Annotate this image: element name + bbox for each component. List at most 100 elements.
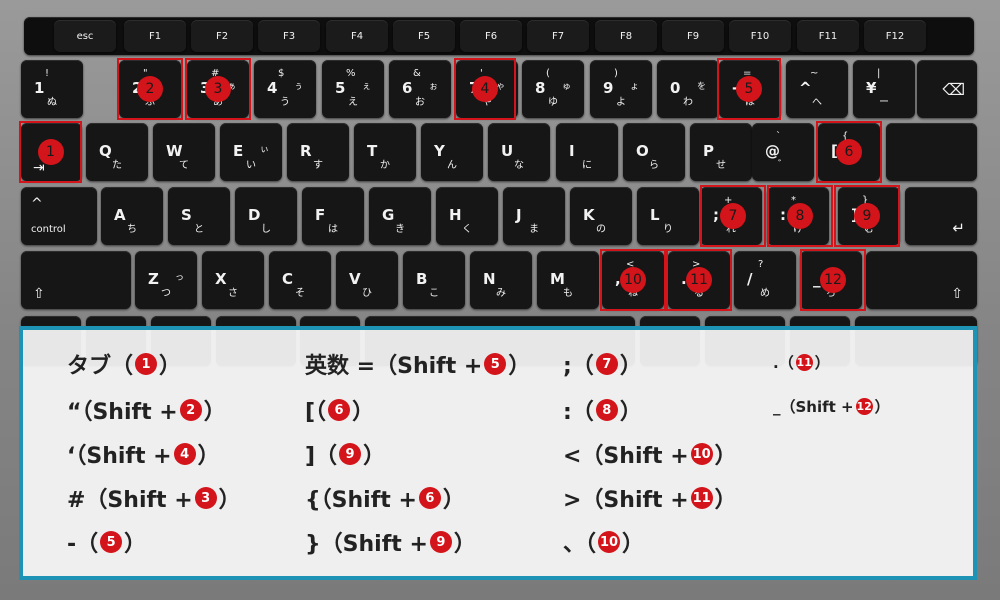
key-@[interactable]: ` @ ゛ <box>752 123 814 181</box>
return-key-label: ↵ <box>952 219 965 237</box>
function-key-f2[interactable]: F2 <box>191 20 253 52</box>
legend-marker: 11 <box>690 487 713 509</box>
key-bottom-1[interactable]: Zつっ <box>135 251 197 309</box>
marker-badge-12: 12 <box>820 267 846 293</box>
key-13[interactable]: | ¥ ー <box>853 60 915 118</box>
legend-marker: 10 <box>598 531 621 553</box>
key-main-char: L <box>650 206 660 224</box>
function-key-f6[interactable]: F6 <box>460 20 522 52</box>
key-f[interactable]: Fは <box>302 187 364 245</box>
key-h[interactable]: Hく <box>436 187 498 245</box>
key-y[interactable]: Yん <box>421 123 483 181</box>
key-i[interactable]: Iに <box>556 123 618 181</box>
key-main-char: Q <box>99 142 112 160</box>
function-key-f12[interactable]: F12 <box>864 20 926 52</box>
key-1[interactable]: ! 1 ぬ <box>21 60 83 118</box>
key-shift-char: | <box>877 68 881 79</box>
legend-text: ） <box>442 488 465 513</box>
legend-marker: 12 <box>855 398 873 415</box>
function-key-f3[interactable]: F3 <box>258 20 320 52</box>
legend-text: ） <box>197 444 220 469</box>
key-8[interactable]: (8 ゆゅ <box>522 60 584 118</box>
key-bottom-4[interactable]: Vひ <box>336 251 398 309</box>
function-key-f5[interactable]: F5 <box>393 20 455 52</box>
function-key-f9[interactable]: F9 <box>662 20 724 52</box>
key-bottom-3[interactable]: Cそ <box>269 251 331 309</box>
key-main-char: D <box>248 206 261 224</box>
key-j[interactable]: Jま <box>503 187 565 245</box>
key-main-char: T <box>367 142 378 160</box>
key-kana: み <box>496 288 506 299</box>
legend-text: .（ <box>773 354 794 372</box>
key-t[interactable]: Tか <box>354 123 416 181</box>
function-key-f10[interactable]: F10 <box>729 20 791 52</box>
key-u[interactable]: Uな <box>488 123 550 181</box>
legend-marker: 5 <box>484 353 507 375</box>
function-key-label: F6 <box>484 30 498 42</box>
key-kana: い <box>246 160 256 171</box>
marker-badge-6: 6 <box>836 139 862 165</box>
key-main-char: A <box>114 206 126 224</box>
key-kana: て <box>179 160 189 171</box>
key-a[interactable]: Aち <box>101 187 163 245</box>
key-4[interactable]: $4 うぅ <box>254 60 316 118</box>
function-key-esc[interactable]: esc <box>54 20 116 52</box>
return-key-upper[interactable] <box>886 123 977 181</box>
delete-key[interactable]: ⌫ <box>917 60 977 118</box>
control-key[interactable]: control ^ <box>21 187 97 245</box>
key-9[interactable]: ) 9 よょ <box>590 60 652 118</box>
key-l[interactable]: Lり <box>637 187 699 245</box>
function-key-f11[interactable]: F11 <box>797 20 859 52</box>
function-key-f4[interactable]: F4 <box>326 20 388 52</box>
function-key-f1[interactable]: F1 <box>124 20 186 52</box>
return-key[interactable]: ↵ <box>905 187 977 245</box>
right-shift-key[interactable]: ⇧ <box>866 251 977 309</box>
key-w[interactable]: Wて <box>153 123 215 181</box>
legend-text: [（ <box>305 400 327 425</box>
legend-marker: 3 <box>194 487 217 509</box>
legend-col2-line-2: [（ 6） <box>305 394 374 426</box>
legend-marker: 2 <box>179 399 202 421</box>
key-d[interactable]: Dし <box>235 187 297 245</box>
function-key-f7[interactable]: F7 <box>527 20 589 52</box>
legend-marker: 7 <box>595 353 618 375</box>
key-shift-char: ! <box>45 68 50 79</box>
key-bottom-2[interactable]: Xさ <box>202 251 264 309</box>
key-main-char: C <box>282 270 294 288</box>
key-10[interactable]: 0わを <box>657 60 719 118</box>
key-main-char: 8 <box>535 79 546 97</box>
key-kana: ら <box>649 160 659 171</box>
key-g[interactable]: Gき <box>369 187 431 245</box>
legend-text: ） <box>363 444 386 469</box>
control-key-arrow: ^ <box>31 196 43 212</box>
key-p[interactable]: Pせ <box>690 123 752 181</box>
legend-text: >（Shift + <box>563 488 689 513</box>
key-k[interactable]: Kの <box>570 187 632 245</box>
key-e[interactable]: Eいぃ <box>220 123 282 181</box>
key-shift-char: ) <box>614 68 618 79</box>
key-main-char: J <box>516 206 522 224</box>
key-bottom-5[interactable]: Bこ <box>403 251 465 309</box>
legend-text: ） <box>619 354 642 379</box>
key-bottom-10[interactable]: ? / め <box>734 251 796 309</box>
key-bottom-6[interactable]: Nみ <box>470 251 532 309</box>
key-s[interactable]: Sと <box>168 187 230 245</box>
key-5[interactable]: % 5 えぇ <box>322 60 384 118</box>
key-q[interactable]: Qた <box>86 123 148 181</box>
key-12[interactable]: ~ ^ へ <box>786 60 848 118</box>
key-main-char: H <box>449 206 462 224</box>
key-kana: そ <box>295 288 305 299</box>
function-key-f8[interactable]: F8 <box>595 20 657 52</box>
key-shift-char: ? <box>758 259 764 270</box>
key-main-char: Z <box>148 270 159 288</box>
key-o[interactable]: Oら <box>623 123 685 181</box>
key-main-char: U <box>501 142 514 160</box>
key-r[interactable]: Rす <box>287 123 349 181</box>
delete-key-label: ⌫ <box>942 80 965 99</box>
left-shift-key[interactable]: ⇧ <box>21 251 131 309</box>
key-kana: さ <box>228 288 238 299</box>
legend-col1-line-3: ‘（Shift + 4） <box>67 438 220 470</box>
key-bottom-7[interactable]: Mも <box>537 251 599 309</box>
key-6[interactable]: & 6 おぉ <box>389 60 451 118</box>
function-key-label: F11 <box>818 30 838 42</box>
